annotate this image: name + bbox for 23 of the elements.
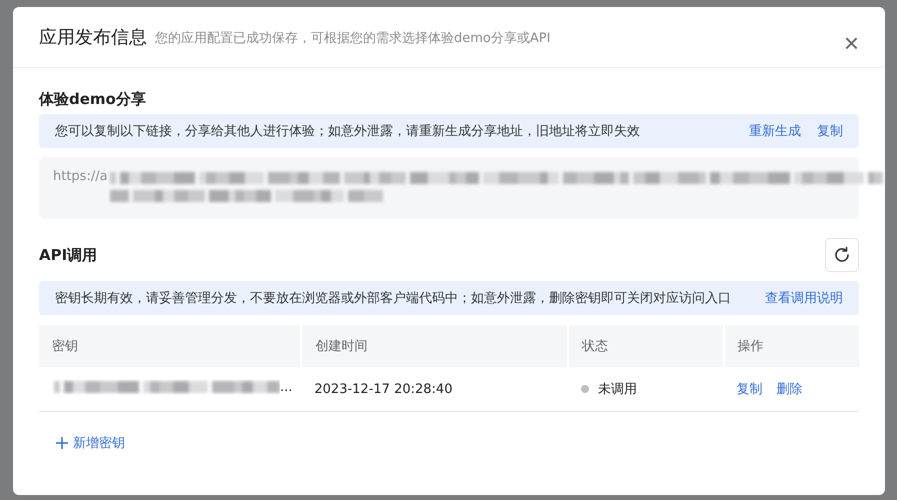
status-text: 未调用 <box>598 382 637 397</box>
refresh-button[interactable] <box>825 238 859 272</box>
help-link[interactable]: 查看调用说明 <box>765 289 843 307</box>
dialog-subtitle: 您的应用配置已成功保存，可根据您的需求选择体验demo分享或API <box>155 30 552 47</box>
plus-icon <box>55 436 69 450</box>
column-header: 创建时间 <box>301 325 568 367</box>
table-cell: 2023-12-17 20:28:40 <box>314 382 452 396</box>
row-action-link[interactable]: 复制 <box>736 382 763 397</box>
action-link[interactable]: 复制 <box>817 122 843 140</box>
dialog-title: 应用发布信息 <box>39 26 147 49</box>
section-heading: API调用 <box>39 244 98 266</box>
table-cell: ... <box>280 380 292 394</box>
refresh-icon <box>832 245 852 265</box>
close-button[interactable]: × <box>844 30 859 56</box>
notice-text: 密钥长期有效，请妥善管理分发，不要放在浏览器或外部客户端代码中；如意外泄露，删除密钥即可关闭对应访问入口 <box>55 290 732 307</box>
section-heading: 体验demo分享 <box>39 88 147 110</box>
column-header: 密钥 <box>39 325 302 367</box>
column-header: 状态 <box>568 325 724 367</box>
column-header: 操作 <box>724 325 859 367</box>
notice-text: 您可以复制以下链接，分享给其他人进行体验；如意外泄露，请重新生成分享地址，旧地址将立即失效 <box>55 123 641 140</box>
add-key-button[interactable]: 新增密钥 <box>55 434 125 452</box>
action-link[interactable]: 重新生成 <box>749 122 801 140</box>
row-action-link[interactable]: 删除 <box>776 382 803 397</box>
